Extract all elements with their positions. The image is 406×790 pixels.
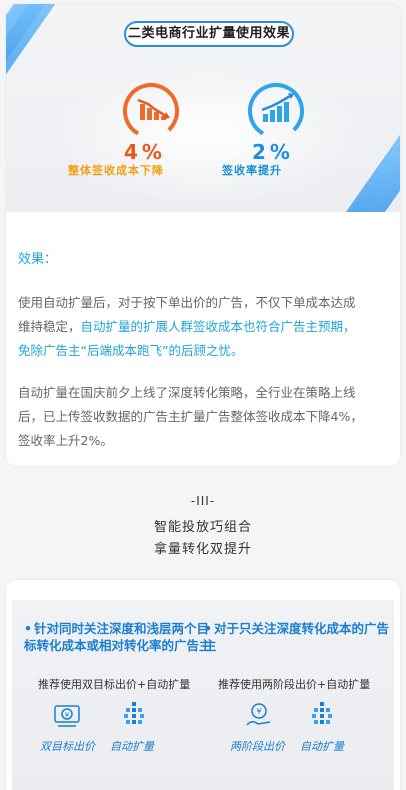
text-line: 后，已上传签收数据的广告主扩量广告整体签收成本下降4%， <box>18 409 363 424</box>
text-line: 自动扩量在国庆前夕上线了深度转化策略，全行业在策略上线 <box>18 385 356 400</box>
tool-label-auto-expand: 自动扩量 <box>300 740 344 753</box>
highlight-text: 免除广告主“后端成本跑飞”的后顾之忧。 <box>18 343 244 358</box>
strategy-card: • 针对同时关注深度和浅层两个目标转化成本或相对转化率的广告主 • 对于只关注深度转… <box>6 580 400 790</box>
effect-heading: 效果： <box>18 252 58 267</box>
highlight-text: 自动扩量的扩展人群签收成本也符合广告主预期， <box>80 319 356 334</box>
case-recommendation-deep: 推荐使用两阶段出价+自动扩量 <box>218 678 371 691</box>
effect-paragraph-2: 自动扩量在国庆前夕上线了深度转化策略，全行业在策略上线 后，已上传签收数据的广告… <box>18 381 388 453</box>
tool-label-auto-expand: 自动扩量 <box>110 740 154 753</box>
tool-label-dual-bid: 双目标出价 <box>40 740 95 753</box>
cost-down-label: 整体签收成本下降 <box>68 164 164 177</box>
case-title-dual: • 针对同时关注深度和浅层两个目标转化成本或相对转化率的广告主 <box>24 620 214 654</box>
effect-card: 二类电商行业扩量使用效果 4% 2% 整体签收成本下降 签收率提升 效果： 使用 <box>6 4 400 466</box>
section-title-line-1: 智能投放巧组合 <box>153 520 252 535</box>
rate-up-value: 2% <box>252 140 294 164</box>
cost-down-value: 4% <box>124 140 166 164</box>
text-line: 维持稳定，自动扩量的扩展人群签收成本也符合广告主预期， <box>18 315 388 339</box>
banner-glow <box>46 64 366 204</box>
auto-expand-icon <box>124 702 144 724</box>
section-title-line-2: 拿量转化双提升 <box>153 542 252 557</box>
text-span: 维持稳定， <box>18 319 81 334</box>
bullet: • <box>24 621 32 636</box>
banner-title: 二类电商行业扩量使用效果 <box>124 21 294 47</box>
bullet: • <box>204 621 212 636</box>
case-title-text: 对于只关注深度转化成本的广告主 <box>204 621 390 653</box>
effect-paragraph-1: 使用自动扩量后，对于按下单出价的广告，不仅下单成本达成 维持稳定，自动扩量的扩展… <box>18 291 388 363</box>
auto-expand-icon <box>312 702 332 724</box>
case-recommendation-dual: 推荐使用双目标出价+自动扩量 <box>38 678 191 691</box>
yuan-dual-target-icon: ¥ <box>54 705 80 727</box>
effect-banner: 二类电商行业扩量使用效果 4% 2% 整体签收成本下降 签收率提升 <box>6 4 400 212</box>
case-title-text: 针对同时关注深度和浅层两个目标转化成本或相对转化率的广告主 <box>24 621 212 653</box>
svg-text:¥: ¥ <box>256 707 261 716</box>
cost-down-chart-icon <box>123 83 179 139</box>
text-line: 签收率上升2%。 <box>18 433 113 448</box>
yuan-two-stage-icon: ¥ <box>246 703 271 726</box>
rate-up-label: 签收率提升 <box>222 164 282 177</box>
section-number: -III- <box>190 494 216 508</box>
svg-text:¥: ¥ <box>65 711 70 719</box>
text-line: 使用自动扩量后，对于按下单出价的广告，不仅下单成本达成 <box>18 295 356 310</box>
case-title-deep: • 对于只关注深度转化成本的广告主 <box>204 620 394 654</box>
tool-label-two-stage-bid: 两阶段出价 <box>230 740 285 753</box>
rate-up-chart-icon <box>248 83 304 139</box>
